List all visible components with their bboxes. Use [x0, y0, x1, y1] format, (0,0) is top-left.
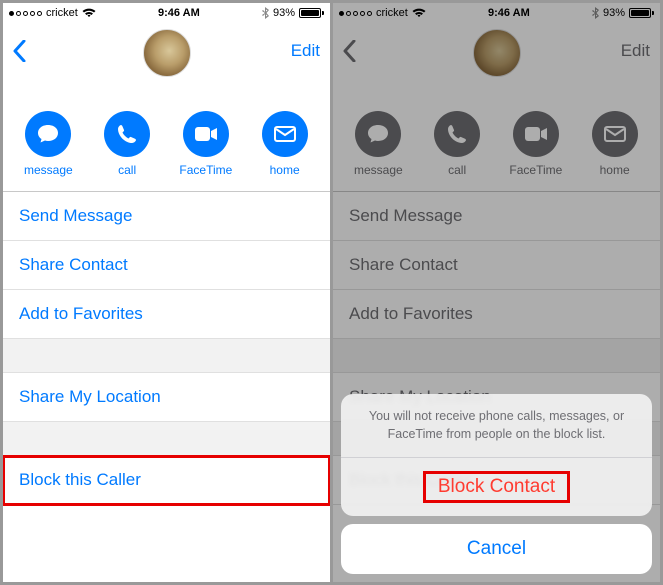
back-button[interactable]: [13, 40, 26, 62]
cell-send-message[interactable]: Send Message: [3, 192, 330, 241]
mail-icon: [262, 111, 308, 157]
cell-add-favorites[interactable]: Add to Favorites: [3, 290, 330, 339]
nav-bar: Edit: [3, 23, 330, 79]
spacer: [3, 422, 330, 456]
battery-icon: [299, 8, 324, 18]
status-bar: cricket 9:46 AM 93%: [3, 3, 330, 23]
video-icon: [183, 111, 229, 157]
action-label: FaceTime: [179, 163, 232, 177]
phone-icon: [104, 111, 150, 157]
edit-button[interactable]: Edit: [291, 41, 320, 61]
block-contact-label: Block Contact: [424, 472, 569, 502]
action-sheet: You will not receive phone calls, messag…: [341, 394, 652, 574]
contact-name: [3, 83, 330, 101]
action-facetime[interactable]: FaceTime: [171, 111, 241, 177]
battery-pct: 93%: [273, 7, 295, 19]
phone-left: cricket 9:46 AM 93% Edit mess: [3, 3, 330, 582]
cell-share-location[interactable]: Share My Location: [3, 373, 330, 422]
signal-icon: [9, 11, 42, 16]
message-icon: [25, 111, 71, 157]
clock: 9:46 AM: [158, 7, 200, 19]
wifi-icon: [82, 8, 96, 18]
sheet-message: You will not receive phone calls, messag…: [341, 394, 652, 458]
action-home[interactable]: home: [250, 111, 320, 177]
action-row: message call FaceTime home: [3, 101, 330, 192]
action-label: home: [270, 163, 300, 177]
action-message[interactable]: message: [13, 111, 83, 177]
carrier-label: cricket: [46, 7, 78, 19]
avatar[interactable]: [143, 29, 191, 77]
action-call[interactable]: call: [92, 111, 162, 177]
list: Send Message Share Contact Add to Favori…: [3, 192, 330, 505]
cell-share-contact[interactable]: Share Contact: [3, 241, 330, 290]
block-contact-button[interactable]: Block Contact: [341, 458, 652, 516]
action-label: call: [118, 163, 136, 177]
phone-right: cricket 9:46 AM 93% Edit mess: [333, 3, 660, 582]
cancel-button[interactable]: Cancel: [341, 524, 652, 574]
bluetooth-icon: [262, 7, 269, 19]
cell-block-caller[interactable]: Block this Caller: [3, 456, 330, 505]
action-label: message: [24, 163, 73, 177]
spacer: [3, 339, 330, 373]
